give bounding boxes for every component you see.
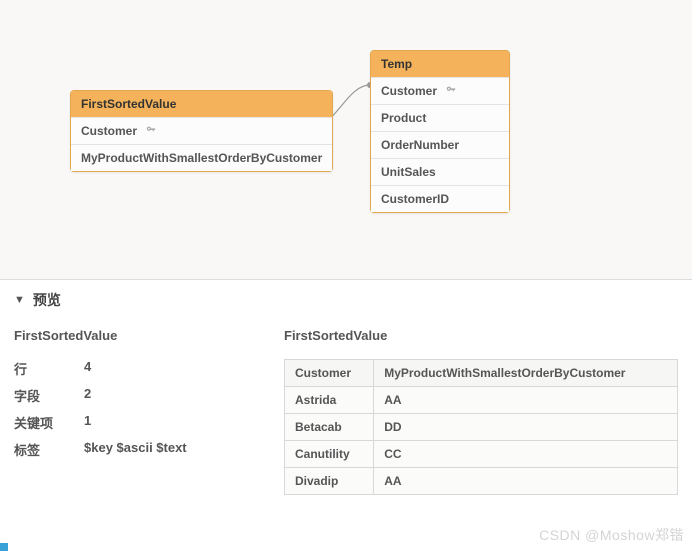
field-label: CustomerID <box>381 192 449 206</box>
field-ordernumber[interactable]: OrderNumber <box>371 131 509 158</box>
table-firstsortedvalue[interactable]: FirstSortedValue Customer MyProductWithS… <box>70 90 333 172</box>
stat-row: 标签$key $ascii $text <box>14 440 254 459</box>
data-title: FirstSortedValue <box>284 328 678 343</box>
table-header: FirstSortedValue <box>71 91 332 117</box>
field-label: OrderNumber <box>381 138 459 152</box>
field-myproduct[interactable]: MyProductWithSmallestOrderByCustomer <box>71 144 332 171</box>
table-cell: CC <box>374 441 678 468</box>
table-row[interactable]: DivadipAA <box>285 468 678 495</box>
table-cell: AA <box>374 468 678 495</box>
table-cell: AA <box>374 387 678 414</box>
column-header[interactable]: Customer <box>285 360 374 387</box>
table-row[interactable]: CanutilityCC <box>285 441 678 468</box>
stat-label: 标签 <box>14 440 84 459</box>
corner-indicator <box>0 543 8 551</box>
table-header: Temp <box>371 51 509 77</box>
field-unitsales[interactable]: UnitSales <box>371 158 509 185</box>
stat-label: 行 <box>14 359 84 378</box>
column-header[interactable]: MyProductWithSmallestOrderByCustomer <box>374 360 678 387</box>
field-customer[interactable]: Customer <box>71 117 332 144</box>
table-row[interactable]: BetacabDD <box>285 414 678 441</box>
data-table: CustomerMyProductWithSmallestOrderByCust… <box>284 359 678 495</box>
field-label: Customer <box>81 124 137 138</box>
watermark: CSDN @Moshow郑锴 <box>539 525 684 545</box>
preview-panel: FirstSortedValue 行4字段2关键项1标签$key $ascii … <box>0 316 692 507</box>
key-icon <box>446 85 456 98</box>
field-label: MyProductWithSmallestOrderByCustomer <box>81 151 322 165</box>
preview-data: FirstSortedValue CustomerMyProductWithSm… <box>284 328 678 495</box>
field-label: Product <box>381 111 426 125</box>
preview-toggle[interactable]: ▼ 预览 <box>0 280 692 316</box>
stat-row: 关键项1 <box>14 413 254 432</box>
stats-title: FirstSortedValue <box>14 328 254 343</box>
preview-title: 预览 <box>33 290 61 310</box>
stat-label: 关键项 <box>14 413 84 432</box>
chevron-down-icon: ▼ <box>14 294 25 306</box>
stat-row: 行4 <box>14 359 254 378</box>
table-cell: Canutility <box>285 441 374 468</box>
stat-value: 4 <box>84 359 91 378</box>
table-temp[interactable]: Temp Customer Product OrderNumber UnitSa… <box>370 50 510 213</box>
table-cell: Betacab <box>285 414 374 441</box>
preview-stats: FirstSortedValue 行4字段2关键项1标签$key $ascii … <box>14 328 254 495</box>
table-cell: Divadip <box>285 468 374 495</box>
stat-value: 2 <box>84 386 91 405</box>
stat-value: $key $ascii $text <box>84 440 187 459</box>
field-label: UnitSales <box>381 165 436 179</box>
model-canvas: FirstSortedValue Customer MyProductWithS… <box>0 0 692 280</box>
stat-label: 字段 <box>14 386 84 405</box>
field-label: Customer <box>381 84 437 98</box>
field-product[interactable]: Product <box>371 104 509 131</box>
stat-row: 字段2 <box>14 386 254 405</box>
table-cell: Astrida <box>285 387 374 414</box>
field-customerid[interactable]: CustomerID <box>371 185 509 212</box>
field-customer[interactable]: Customer <box>371 77 509 104</box>
key-icon <box>146 125 156 138</box>
stat-value: 1 <box>84 413 91 432</box>
table-row[interactable]: AstridaAA <box>285 387 678 414</box>
table-cell: DD <box>374 414 678 441</box>
